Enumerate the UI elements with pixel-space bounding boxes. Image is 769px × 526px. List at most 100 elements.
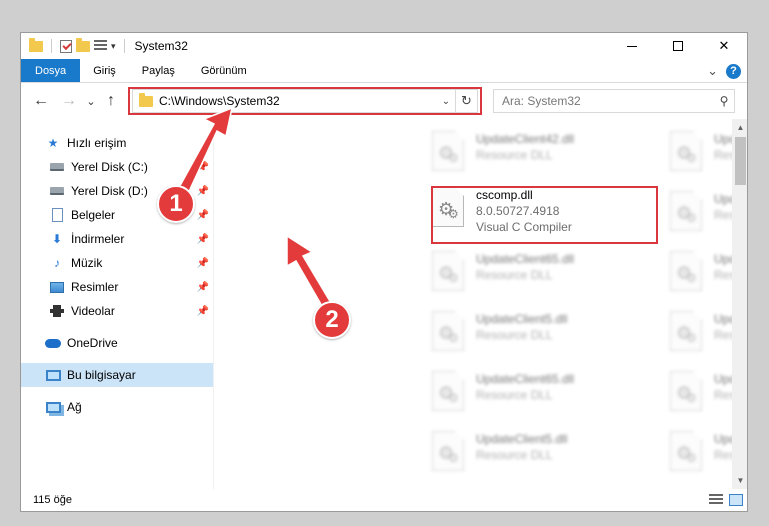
dll-file-icon: ⚙ ⚙ xyxy=(670,191,702,231)
pin-icon[interactable]: 📌 xyxy=(197,234,209,245)
sidebar-item-label: Resimler xyxy=(71,280,119,294)
file-name: UpdateClient42.dll xyxy=(476,132,575,146)
pin-icon[interactable]: 📌 xyxy=(197,210,209,221)
customize-toolbar-icon[interactable] xyxy=(94,40,107,52)
sidebar-item-network[interactable]: Ağ xyxy=(21,395,213,419)
step-badge-1: 1 xyxy=(157,185,195,223)
sidebar-item-videos[interactable]: Videolar 📌 xyxy=(21,299,213,323)
pin-icon[interactable]: 📌 xyxy=(197,282,209,293)
tab-home[interactable]: Giriş xyxy=(80,59,129,82)
pin-icon[interactable]: 📌 xyxy=(197,186,209,197)
dll-file-icon: ⚙ ⚙ xyxy=(432,431,464,471)
view-buttons xyxy=(709,494,743,506)
file-tile[interactable]: ⚙⚙ UpdateClient5.dll Resource DLL xyxy=(432,431,662,483)
file-type: Resource DLL xyxy=(476,448,553,462)
vertical-scrollbar[interactable]: ▲ ▼ xyxy=(732,119,747,489)
maximize-icon xyxy=(673,41,683,51)
forward-button[interactable]: → xyxy=(59,92,79,110)
music-icon: ♪ xyxy=(54,256,60,270)
ribbon-expand-icon[interactable]: ⌄ xyxy=(707,63,718,79)
tab-share[interactable]: Paylaş xyxy=(129,59,188,82)
close-button[interactable]: ✕ xyxy=(701,33,747,59)
step-badge-2: 2 xyxy=(313,301,351,339)
new-folder-icon[interactable] xyxy=(76,37,90,52)
maximize-button[interactable] xyxy=(655,33,701,59)
address-highlight-box xyxy=(128,87,482,115)
pin-icon[interactable]: 📌 xyxy=(197,306,209,317)
sidebar-item-music[interactable]: ♪ Müzik 📌 xyxy=(21,251,213,275)
navigation-pane: ★ Hızlı erişim Yerel Disk (C:) 📌 Yerel D… xyxy=(21,119,214,489)
dll-file-icon: ⚙ ⚙ xyxy=(432,371,464,411)
sidebar-item-label: Bu bilgisayar xyxy=(67,368,136,382)
navigation-bar: ← → ⌄ ↑ C:\Windows\System32 ⌄ ↻ ⚲ xyxy=(21,83,747,119)
toolbar-dropdown-icon[interactable]: ▾ xyxy=(111,41,116,52)
file-name: UpdateClient5.dll xyxy=(476,432,568,446)
search-box[interactable]: ⚲ xyxy=(493,89,735,113)
back-button[interactable]: ← xyxy=(31,92,51,110)
file-name: UpdateClient65.dll xyxy=(476,252,575,266)
sidebar-item-label: Hızlı erişim xyxy=(67,136,127,150)
search-icon[interactable]: ⚲ xyxy=(714,94,734,108)
help-icon[interactable]: ? xyxy=(726,63,741,79)
file-type: Resource DLL xyxy=(476,268,553,282)
large-icons-view-icon[interactable] xyxy=(729,494,743,506)
pin-icon[interactable]: 📌 xyxy=(197,162,209,173)
status-bar: 115 öğe xyxy=(21,489,747,511)
tab-view[interactable]: Görünüm xyxy=(188,59,260,82)
dll-file-icon: ⚙ ⚙ xyxy=(670,251,702,291)
sidebar-item-pictures[interactable]: Resimler 📌 xyxy=(21,275,213,299)
dll-file-icon: ⚙ ⚙ xyxy=(670,311,702,351)
explorer-window: ▾ System32 ✕ Dosya Giriş Paylaş Görünüm … xyxy=(20,32,748,512)
sidebar-item-label: Belgeler xyxy=(71,208,116,222)
sidebar-item-quick-access[interactable]: ★ Hızlı erişim xyxy=(21,131,213,155)
close-icon: ✕ xyxy=(718,38,730,53)
tab-file[interactable]: Dosya xyxy=(21,59,81,82)
dll-file-icon: ⚙ ⚙ xyxy=(670,371,702,411)
scrollbar-thumb[interactable] xyxy=(735,137,746,185)
recent-locations-button[interactable]: ⌄ xyxy=(81,95,101,108)
file-list: ⚙ ⚙ UpdateClient42.dll Resource DLL ⚙ ⚙ Upd… xyxy=(214,119,747,489)
sidebar-item-label: Müzik xyxy=(71,256,103,270)
videos-icon xyxy=(49,304,65,318)
properties-check-icon[interactable] xyxy=(60,39,72,53)
file-tile[interactable]: ⚙⚙ UpdateClient65.dll Resource DLL xyxy=(432,371,662,423)
pictures-icon xyxy=(49,280,65,294)
dll-file-icon: ⚙ ⚙ xyxy=(432,251,464,291)
title-bar: ▾ System32 ✕ xyxy=(21,33,747,59)
window-controls: ✕ xyxy=(609,33,747,59)
details-view-icon[interactable] xyxy=(709,494,723,506)
file-tile[interactable]: ⚙⚙ UpdateClient65.dll Resource DLL xyxy=(432,251,662,303)
file-type: Resource DLL xyxy=(476,388,553,402)
file-type: Resource DLL xyxy=(476,328,553,342)
file-tile[interactable]: ⚙⚙ UpdateClient5.dll Resource DLL xyxy=(432,311,662,363)
sidebar-item-downloads[interactable]: ⬇ İndirmeler 📌 xyxy=(21,227,213,251)
sidebar-item-onedrive[interactable]: OneDrive xyxy=(21,331,213,355)
drive-icon xyxy=(49,160,65,174)
pin-icon[interactable]: 📌 xyxy=(197,258,209,269)
sidebar-item-this-pc[interactable]: Bu bilgisayar xyxy=(21,363,213,387)
file-name: UpdateClient65.dll xyxy=(476,372,575,386)
search-input[interactable] xyxy=(502,94,714,108)
file-tile[interactable]: ⚙ ⚙ UpdateClient42.dll Resource DLL xyxy=(432,131,662,183)
sidebar-item-local-disk-c[interactable]: Yerel Disk (C:) 📌 xyxy=(21,155,213,179)
network-icon xyxy=(45,400,61,414)
sidebar-item-label: Videolar xyxy=(71,304,115,318)
file-name: UpdateClient5.dll xyxy=(476,312,568,326)
scroll-down-icon[interactable]: ▼ xyxy=(732,472,747,489)
scroll-up-icon[interactable]: ▲ xyxy=(732,119,747,136)
ribbon-right-controls: ⌄ ? xyxy=(707,63,741,79)
onedrive-icon xyxy=(45,336,61,350)
sidebar-item-label: Ağ xyxy=(67,400,82,414)
window-title: System32 xyxy=(134,39,188,53)
minimize-button[interactable] xyxy=(609,33,655,59)
sidebar-item-label: İndirmeler xyxy=(71,232,125,246)
sidebar-item-label: Yerel Disk (D:) xyxy=(71,184,148,198)
dll-file-icon: ⚙ ⚙ xyxy=(432,311,464,351)
sidebar-item-label: OneDrive xyxy=(67,336,118,350)
file-type: Resource DLL xyxy=(476,148,553,162)
ribbon-tabs: Dosya Giriş Paylaş Görünüm ⌄ ? xyxy=(21,59,747,83)
minimize-icon xyxy=(627,45,637,47)
up-button[interactable]: ↑ xyxy=(101,92,121,110)
folder-icon xyxy=(29,37,43,52)
toolbar-divider xyxy=(51,39,52,53)
